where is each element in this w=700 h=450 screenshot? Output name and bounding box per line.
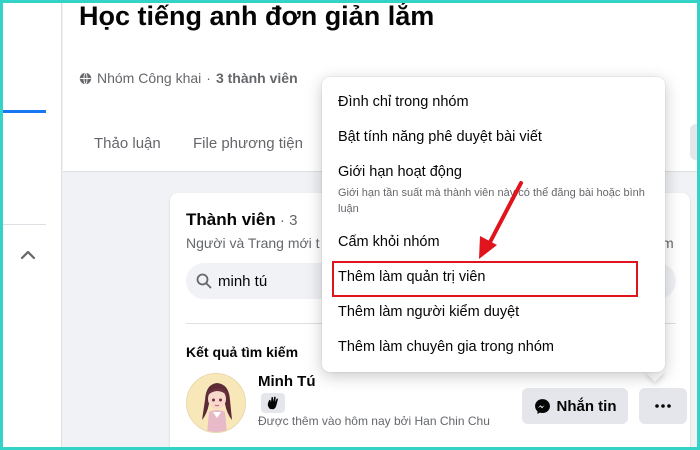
- group-member-count[interactable]: 3 thành viên: [216, 70, 298, 86]
- avatar[interactable]: [186, 373, 246, 433]
- tab-media[interactable]: File phương tiện: [193, 135, 303, 152]
- messenger-icon: [534, 398, 550, 414]
- anime-girl-avatar-image: [187, 374, 245, 432]
- new-member-badge: [261, 393, 285, 413]
- member-added-description: Được thêm vào hôm nay bởi Han Chin Chu: [258, 414, 490, 428]
- search-icon: [196, 273, 212, 289]
- members-subtitle: Người và Trang mới t: [186, 235, 320, 251]
- tab-discussion[interactable]: Thảo luận: [94, 135, 161, 152]
- message-button-label: Nhắn tin: [556, 397, 617, 415]
- more-options-button[interactable]: [639, 388, 687, 424]
- chevron-up-icon[interactable]: [19, 246, 37, 264]
- menu-item-post-approval[interactable]: Bật tính năng phê duyệt bài viết: [338, 129, 542, 145]
- menu-item-ban[interactable]: Cấm khỏi nhóm: [338, 234, 440, 250]
- menu-item-make-expert[interactable]: Thêm làm chuyên gia trong nhóm: [338, 339, 554, 355]
- left-sidebar: [0, 0, 62, 450]
- members-title: Thành viên · 3: [186, 210, 297, 230]
- menu-item-suspend[interactable]: Đình chỉ trong nhóm: [338, 94, 469, 110]
- group-privacy: Nhóm Công khai: [97, 70, 202, 86]
- header-action-button[interactable]: [690, 124, 700, 160]
- menu-item-limit-activity-description: Giới hạn tần suất mà thành viên này có t…: [338, 187, 645, 215]
- menu-item-limit-activity[interactable]: Giới hạn hoạt động: [338, 164, 462, 180]
- search-results-label: Kết quả tìm kiếm: [186, 344, 299, 360]
- message-button[interactable]: Nhắn tin: [522, 388, 628, 424]
- search-value: minh tú: [218, 272, 268, 290]
- member-name[interactable]: Minh Tú: [258, 373, 315, 390]
- more-dots-icon: [655, 404, 671, 408]
- sidebar-active-indicator: [0, 110, 46, 113]
- members-count: · 3: [275, 212, 298, 229]
- sidebar-divider: [0, 224, 46, 225]
- members-title-text: Thành viên: [186, 210, 276, 229]
- group-meta: Nhóm Công khai · 3 thành viên: [79, 70, 298, 86]
- globe-icon: [79, 71, 92, 85]
- waving-hand-icon: [267, 396, 278, 410]
- menu-item-make-moderator[interactable]: Thêm làm người kiểm duyệt: [338, 304, 519, 320]
- menu-item-make-admin[interactable]: Thêm làm quản trị viên: [338, 269, 485, 285]
- group-title: Học tiếng anh đơn giản lắm: [79, 1, 435, 31]
- member-options-menu: [322, 77, 665, 372]
- meta-separator: ·: [206, 70, 211, 86]
